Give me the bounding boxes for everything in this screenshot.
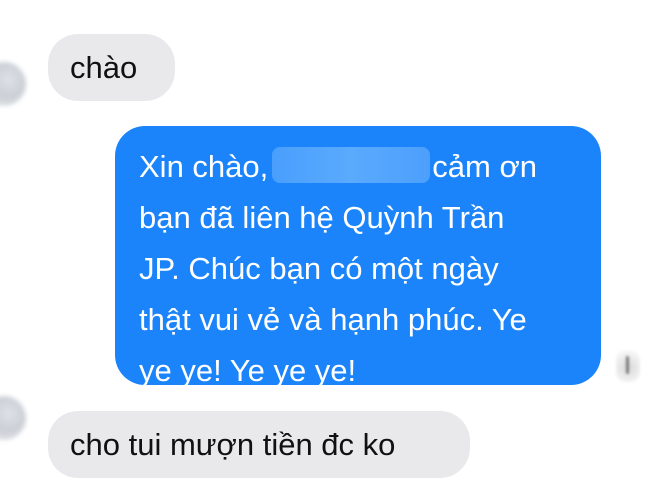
outgoing-message-bubble[interactable]: Xin chào, cảm ơn bạn đã liên hệ Quỳnh Trầ… bbox=[115, 126, 601, 388]
incoming-message-bubble[interactable]: cho tui mượn tiền đc ko bbox=[48, 411, 470, 478]
read-receipt-icon bbox=[616, 350, 640, 382]
read-receipt-mark bbox=[626, 356, 629, 374]
message-text-segment: cảm ơn bbox=[432, 149, 538, 184]
message-text-segment: Xin chào, bbox=[139, 149, 269, 184]
redacted-name-block bbox=[272, 147, 431, 183]
contact-avatar[interactable] bbox=[0, 396, 26, 440]
message-line: bạn đã liên hệ Quỳnh Trần bbox=[139, 200, 505, 235]
incoming-message-bubble[interactable]: chào bbox=[48, 34, 175, 101]
message-text: cho tui mượn tiền đc ko bbox=[70, 427, 396, 462]
message-line: Xin chào, cảm ơn bbox=[139, 141, 601, 192]
message-line: JP. Chúc bạn có một ngày bbox=[139, 251, 499, 286]
message-line: thật vui vẻ và hạnh phúc. Ye bbox=[139, 302, 527, 337]
message-text: chào bbox=[70, 50, 138, 85]
message-line: ye ye! Ye ye ye! bbox=[139, 353, 357, 388]
contact-avatar[interactable] bbox=[0, 62, 26, 106]
